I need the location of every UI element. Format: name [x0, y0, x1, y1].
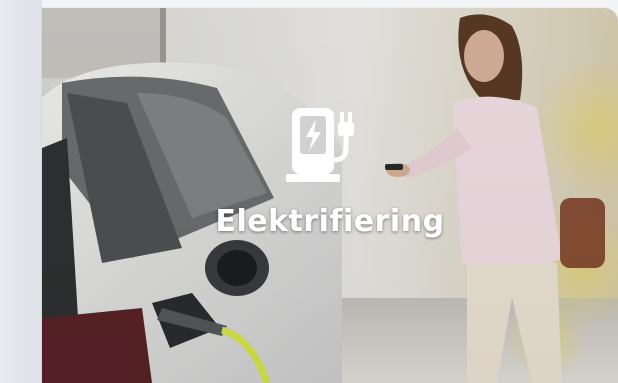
page: Elektrifiering	[0, 0, 618, 383]
ev-charger-icon	[286, 108, 354, 182]
card-title: Elektrifiering	[215, 204, 445, 239]
card-content: Elektrifiering	[42, 104, 618, 239]
elektrifiering-card[interactable]: Elektrifiering	[42, 8, 618, 383]
left-strip	[0, 0, 42, 383]
